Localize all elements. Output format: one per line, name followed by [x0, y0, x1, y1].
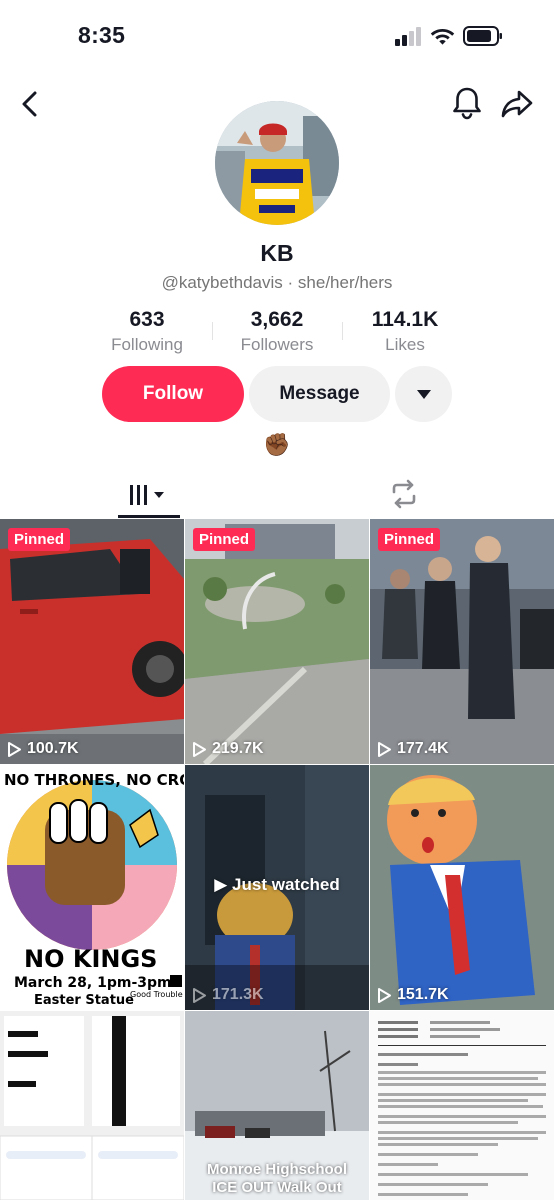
poster-location: Easter Statue — [34, 993, 134, 1008]
video-tile[interactable]: NO THRONES, NO CROWNS NO KINGS March 28,… — [0, 765, 184, 1010]
poster-no-kings: NO KINGS — [24, 945, 158, 973]
chevron-left-icon — [22, 91, 37, 117]
video-tile[interactable] — [370, 1011, 554, 1200]
play-icon: ▶ — [214, 875, 233, 894]
pinned-badge: Pinned — [8, 528, 71, 551]
likes-count: 114.1K — [371, 308, 439, 331]
profile-actions: Follow Message — [0, 366, 554, 422]
following-count: 633 — [129, 308, 165, 331]
view-count-value: 151.7K — [397, 986, 449, 1003]
video-tile[interactable]: Pinned 219.7K — [185, 519, 369, 764]
view-count: 219.7K — [192, 740, 264, 758]
video-thumbnail — [0, 1011, 184, 1200]
followers-label: Followers — [240, 335, 314, 354]
play-icon — [378, 741, 391, 757]
pinned-badge: Pinned — [378, 528, 441, 551]
status-time: 8:35 — [78, 22, 126, 48]
play-icon — [193, 741, 206, 757]
profile-stats: 633 Following 3,662 Followers 114.1K Lik… — [0, 308, 554, 354]
video-tile[interactable]: ▶ Just watched 171.3K — [185, 765, 369, 1010]
stat-followers[interactable]: 3,662 Followers — [212, 308, 342, 355]
bio: ✊🏾 — [263, 432, 291, 457]
view-count-value: 171.3K — [212, 986, 264, 1003]
play-icon — [193, 987, 206, 1003]
video-thumbnail — [370, 519, 554, 764]
back-button[interactable] — [14, 88, 46, 120]
tab-videos[interactable] — [118, 470, 180, 520]
suggested-accounts-button[interactable] — [395, 366, 452, 422]
view-count: 177.4K — [377, 740, 449, 758]
separator: · — [282, 273, 298, 292]
repost-icon[interactable] — [388, 478, 420, 510]
handle-line: @katybethdavis · she/her/hers — [0, 273, 554, 293]
video-tile[interactable]: 151.7K — [370, 765, 554, 1010]
video-thumbnail — [370, 1011, 554, 1200]
active-tab-indicator — [118, 515, 180, 518]
poster-headline: NO THRONES, NO CROWNS — [4, 771, 184, 789]
view-count: 151.7K — [377, 986, 449, 1004]
pronouns: she/her/hers — [297, 273, 393, 292]
video-grid: Pinned 100.7K Pinned 219.7K Pinned 177.4… — [0, 519, 554, 1200]
caption-line-2: ICE OUT Walk Out — [212, 1179, 342, 1196]
poster-date: March 28, 1pm-3pm — [14, 975, 172, 991]
video-thumbnail — [185, 519, 369, 764]
pinned-badge: Pinned — [193, 528, 256, 551]
just-watched-label: Just watched — [232, 875, 340, 894]
play-icon — [8, 741, 21, 757]
status-bar: 8:35 — [0, 0, 554, 80]
play-icon — [378, 987, 391, 1003]
video-tile[interactable]: Monroe Highschool ICE OUT Walk Out — [185, 1011, 369, 1200]
followers-count: 3,662 — [250, 308, 304, 331]
stat-following[interactable]: 633 Following — [82, 308, 212, 355]
view-count: 171.3K — [192, 986, 264, 1004]
message-button[interactable]: Message — [249, 366, 390, 422]
display-name: KB — [260, 240, 294, 266]
username: @katybethdavis — [161, 273, 283, 292]
view-count: 100.7K — [7, 740, 79, 758]
profile-tabs — [0, 470, 554, 520]
stat-likes: 114.1K Likes — [340, 308, 470, 355]
avatar-image — [215, 101, 339, 225]
video-tile[interactable]: Pinned 177.4K — [370, 519, 554, 764]
share-icon[interactable] — [500, 88, 534, 120]
likes-label: Likes — [385, 335, 425, 354]
video-caption: Monroe Highschool ICE OUT Walk Out — [185, 1161, 369, 1197]
video-thumbnail — [0, 519, 184, 764]
poster-credit: Good Trouble — [130, 990, 183, 999]
just-watched-overlay: ▶ Just watched — [185, 875, 369, 895]
caret-down-icon — [416, 389, 431, 399]
follow-button[interactable]: Follow — [102, 366, 244, 422]
view-count-value: 177.4K — [397, 740, 449, 757]
view-count-value: 219.7K — [212, 740, 264, 757]
video-tile[interactable]: Pinned 100.7K — [0, 519, 184, 764]
battery-icon — [463, 26, 502, 46]
videos-grid-icon — [130, 485, 164, 505]
view-count-value: 100.7K — [27, 740, 79, 757]
video-tile[interactable] — [0, 1011, 184, 1200]
wifi-icon — [430, 29, 455, 45]
bell-icon[interactable] — [451, 86, 483, 120]
cellular-signal-icon — [395, 27, 421, 46]
caption-line-1: Monroe Highschool — [207, 1161, 347, 1178]
poster-artwork — [0, 765, 184, 1010]
following-label: Following — [111, 335, 183, 354]
avatar[interactable] — [215, 101, 339, 225]
video-thumbnail — [370, 765, 554, 1010]
